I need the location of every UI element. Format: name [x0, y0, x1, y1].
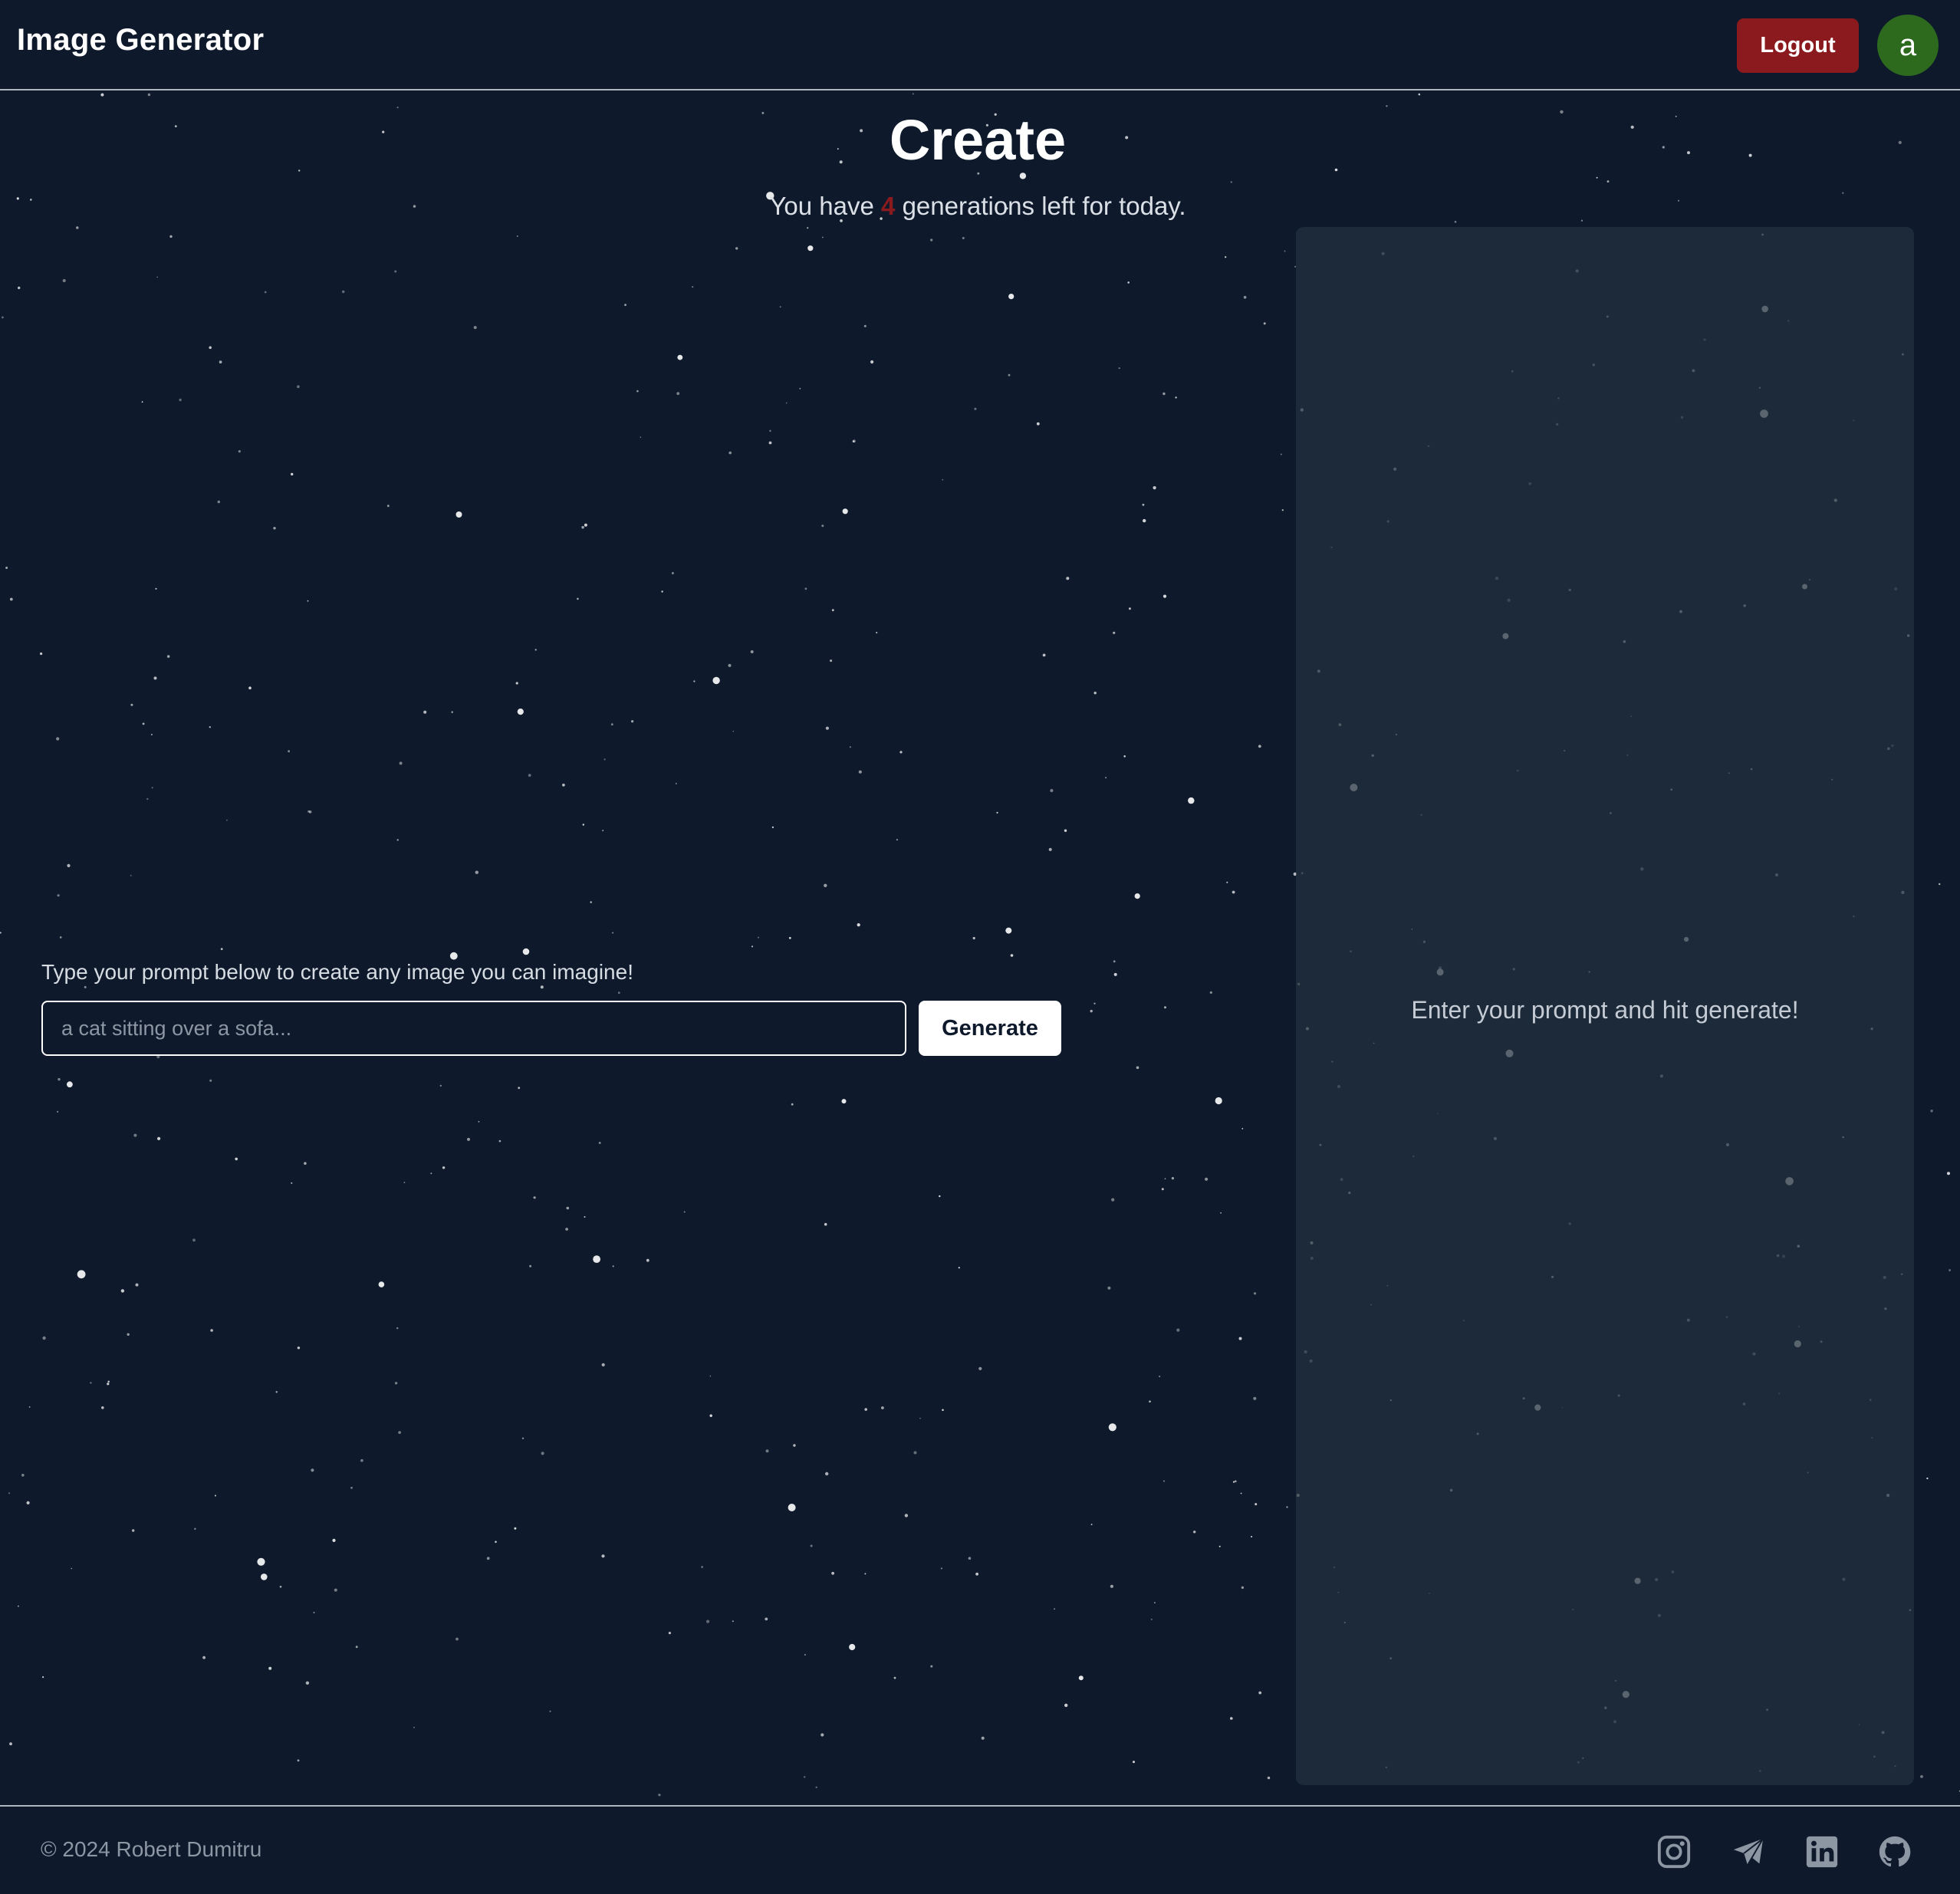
- preview-empty-message: Enter your prompt and hit generate!: [1411, 995, 1799, 1024]
- instagram-link[interactable]: [1656, 1834, 1692, 1869]
- subtitle-suffix: generations left for today.: [902, 192, 1186, 220]
- telegram-link[interactable]: [1731, 1834, 1766, 1869]
- instagram-icon: [1657, 1835, 1691, 1869]
- user-avatar[interactable]: a: [1877, 15, 1939, 76]
- linkedin-icon: [1806, 1836, 1838, 1868]
- prompt-input[interactable]: [41, 1001, 906, 1056]
- telegram-icon: [1733, 1837, 1764, 1866]
- logout-button[interactable]: Logout: [1737, 18, 1859, 73]
- copyright-text: © 2024 Robert Dumitru: [41, 1837, 262, 1861]
- top-navbar: Image Generator Logout a: [0, 0, 1960, 90]
- generate-button[interactable]: Generate: [919, 1001, 1061, 1056]
- prompt-label: Type your prompt below to create any ima…: [41, 960, 633, 984]
- page-title: Create: [889, 108, 1067, 172]
- image-preview-panel: Enter your prompt and hit generate!: [1296, 227, 1914, 1785]
- footer: © 2024 Robert Dumitru: [0, 1805, 1960, 1894]
- generations-left-count: 4: [881, 192, 896, 220]
- subtitle-prefix: You have: [769, 192, 874, 220]
- github-icon: [1879, 1836, 1911, 1867]
- github-link[interactable]: [1877, 1834, 1912, 1869]
- app-title[interactable]: Image Generator: [17, 23, 264, 58]
- linkedin-link[interactable]: [1804, 1834, 1840, 1869]
- generations-remaining-text: You have 4 generations left for today.: [0, 192, 1955, 221]
